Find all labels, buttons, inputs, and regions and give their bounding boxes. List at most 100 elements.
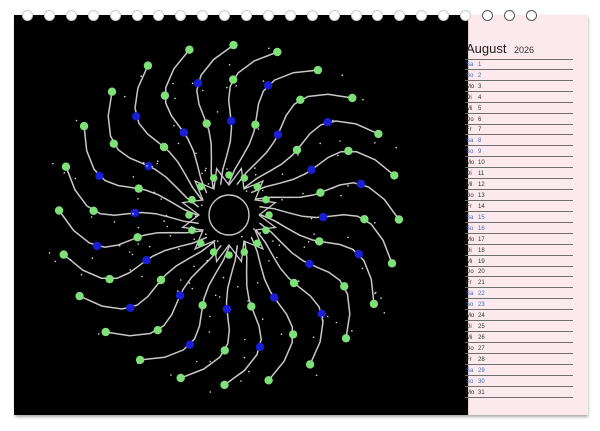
day-name: Sa <box>466 138 474 145</box>
binding-ring-icon <box>197 10 209 21</box>
mandala-speck <box>351 330 353 332</box>
day-number: 27 <box>478 345 485 352</box>
day-row: Sa 15 <box>465 212 573 223</box>
mandala-dot <box>92 241 102 251</box>
mandala-speck <box>207 183 210 185</box>
mandala-speck <box>214 294 217 297</box>
mandala-dot <box>202 119 211 128</box>
year-label: 2026 <box>513 45 534 55</box>
mandala-dot <box>229 75 238 84</box>
mandala-speck <box>190 226 193 228</box>
day-number: 24 <box>478 313 485 320</box>
mandala-dot <box>369 299 379 309</box>
mandala-speck <box>243 356 246 359</box>
mandala-speck <box>137 197 139 200</box>
mandala-speck <box>128 251 131 253</box>
mandala-dot-green <box>185 211 193 219</box>
mandala-speck <box>52 162 54 165</box>
mandala-dot <box>109 139 119 148</box>
mandala-dot-green <box>209 248 218 256</box>
binding-ring-icon <box>328 10 340 21</box>
mandala-speck <box>148 245 151 248</box>
mandala-speck <box>74 177 77 180</box>
day-name: Fr <box>466 280 472 287</box>
day-number: 13 <box>478 192 485 199</box>
mandala-dot <box>89 206 98 215</box>
mandala-center-ring <box>208 194 250 236</box>
mandala-speck <box>319 142 322 145</box>
mandala-strand <box>62 236 208 280</box>
mandala-dot-green <box>240 174 249 182</box>
mandala-speck <box>297 280 300 282</box>
day-row: Di 4 <box>465 92 573 103</box>
mandala-strand <box>164 48 208 194</box>
mandala-speck <box>129 269 131 271</box>
mandala-speck <box>163 220 165 222</box>
day-row: Mo 17 <box>465 234 573 245</box>
mandala-dot-green <box>240 248 249 256</box>
binding-ring-icon <box>394 10 406 21</box>
mandala-speck <box>259 232 261 234</box>
binding-ring-icon <box>503 10 515 21</box>
mandala-speck <box>173 125 175 127</box>
day-number: 5 <box>478 105 482 112</box>
mandala-dot <box>134 184 143 193</box>
mandala-dot <box>132 112 141 121</box>
day-number: 20 <box>478 269 485 276</box>
day-number: 10 <box>478 160 485 167</box>
mandala-strand <box>107 90 199 208</box>
mandala-strand <box>255 182 400 221</box>
day-name: Fr <box>466 203 472 210</box>
day-name: Do <box>466 116 474 123</box>
binding-ring-icon <box>350 10 362 21</box>
mandala-dot <box>143 61 153 70</box>
binding-ring-icon <box>43 10 55 21</box>
mandala-dot <box>255 342 265 352</box>
mandala-dot <box>374 129 383 139</box>
mandala-speck <box>216 240 219 242</box>
mandala-dot <box>273 47 282 57</box>
mandala-speck <box>166 225 169 228</box>
day-number: 3 <box>478 83 482 90</box>
day-name: Do <box>466 269 474 276</box>
mandala-speck <box>257 128 260 130</box>
binding-ring-icon <box>87 10 99 21</box>
day-name: Sa <box>466 291 474 298</box>
mandala-dot <box>220 346 229 355</box>
mandala-dot-green <box>225 251 233 259</box>
mandala-speck <box>179 279 182 281</box>
mandala-speck <box>165 214 168 217</box>
day-name: Mo <box>466 389 475 396</box>
day-row: Do 27 <box>465 343 573 354</box>
mandala-dot <box>273 130 283 139</box>
mandala-speck <box>237 286 239 288</box>
mandala-speck <box>243 243 245 246</box>
day-number: 30 <box>478 378 485 385</box>
binding-ring-icon <box>306 10 318 21</box>
mandala-speck <box>332 119 334 122</box>
mandala-dot <box>390 171 399 180</box>
binding-ring-icon <box>438 10 450 21</box>
mandala-speck <box>226 86 228 89</box>
mandala-strand <box>104 245 222 337</box>
day-row: Mi 12 <box>465 179 573 191</box>
day-number: 25 <box>478 324 485 331</box>
day-row: So 9 <box>465 146 573 158</box>
day-number: 1 <box>478 61 482 68</box>
day-row: Sa 29 <box>465 365 573 376</box>
mandala-dot-green <box>188 195 196 204</box>
mandala-speck <box>277 221 279 224</box>
mandala-speck <box>153 191 156 194</box>
day-name: So <box>466 302 474 309</box>
day-name: Di <box>466 324 472 331</box>
mandala-dot <box>305 360 315 369</box>
mandala-strand <box>228 69 319 184</box>
day-list: Sa 1 So 2 Mo 3 Di 4 Mi 5 Do 6 Fr 7 Sa 8 So 9 Mo 10 Di 11 Mi 12 D… <box>465 59 573 398</box>
mandala-speck <box>156 162 159 165</box>
mandala-speck <box>262 80 265 82</box>
day-name: Mo <box>466 83 475 90</box>
mandala-speck <box>268 47 270 50</box>
mandala-speck <box>332 187 334 189</box>
day-row: Fr 21 <box>465 277 573 289</box>
mandala-dot-green <box>265 211 273 219</box>
